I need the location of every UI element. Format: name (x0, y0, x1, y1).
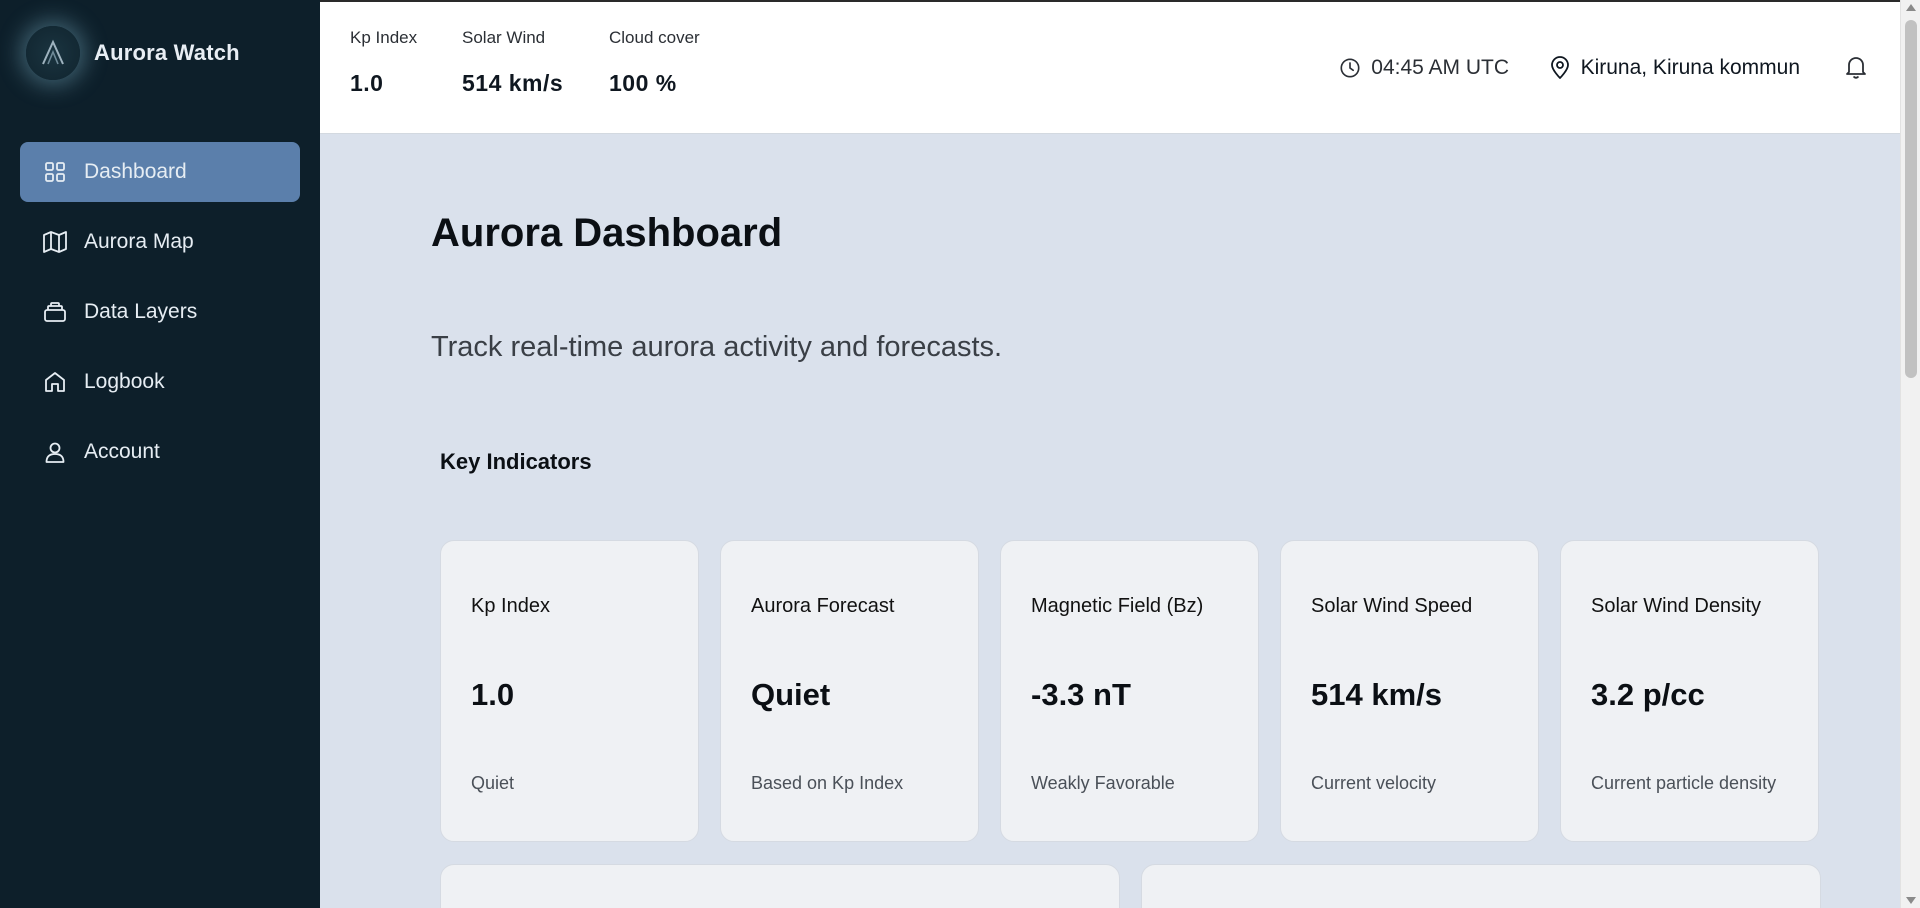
card-title: Kp Index (471, 595, 550, 617)
sidebar-item-label: Aurora Map (84, 230, 194, 253)
sidebar-item-label: Account (84, 440, 160, 463)
stat-label: Kp Index (350, 28, 418, 47)
main-content: Aurora Dashboard Track real-time aurora … (320, 135, 1900, 908)
topbar-stat-kp-index: Kp Index 1.0 (350, 28, 417, 97)
page-title: Aurora Dashboard (431, 211, 783, 255)
bell-icon[interactable] (1844, 54, 1870, 80)
topbar-stat-solar-wind: Solar Wind 514 km/s (462, 28, 563, 97)
grid-icon (42, 159, 68, 185)
layers-icon (42, 299, 68, 325)
card-caption: Current velocity (1311, 773, 1437, 793)
top-bar: Kp Index 1.0 Solar Wind 514 km/s Cloud c… (320, 0, 1900, 134)
card-value: 1.0 (471, 677, 515, 712)
indicator-card-magnetic-field: Magnetic Field (Bz) -3.3 nT Weakly Favor… (1000, 540, 1259, 842)
content-panel-left (440, 864, 1120, 908)
stat-value: 1.0 (350, 70, 384, 96)
card-title: Aurora Forecast (751, 595, 895, 617)
sidebar-item-account[interactable]: Account (20, 422, 300, 482)
sidebar-item-label: Data Layers (84, 300, 198, 323)
indicator-card-solar-wind-speed: Solar Wind Speed 514 km/s Current veloci… (1280, 540, 1539, 842)
location-selector[interactable]: Kiruna, Kiruna kommun (1549, 56, 1800, 80)
aurora-logo-icon (26, 26, 80, 80)
topbar-stat-cloud-cover: Cloud cover 100 % (609, 28, 700, 97)
page-subtitle: Track real-time aurora activity and fore… (431, 331, 1003, 363)
map-icon (42, 229, 68, 255)
indicator-card-aurora-forecast: Aurora Forecast Quiet Based on Kp Index (720, 540, 979, 842)
sidebar: Aurora Watch Dashboard Aurora Map Data L… (0, 0, 320, 908)
stat-label: Solar Wind (462, 28, 546, 47)
sidebar-item-aurora-map[interactable]: Aurora Map (20, 212, 300, 272)
sidebar-item-data-layers[interactable]: Data Layers (20, 282, 300, 342)
card-value: 3.2 p/cc (1591, 677, 1705, 712)
scroll-up-arrow-icon[interactable] (1906, 4, 1916, 11)
location-name: Kiruna, Kiruna kommun (1580, 56, 1800, 79)
map-pin-icon (1549, 56, 1571, 80)
sidebar-nav: Dashboard Aurora Map Data Layers Logbook… (20, 142, 300, 492)
card-value: Quiet (751, 677, 831, 712)
indicator-card-solar-wind-density: Solar Wind Density 3.2 p/cc Current part… (1560, 540, 1819, 842)
utc-clock: 04:45 AM UTC (1339, 56, 1509, 80)
page-scrollbar[interactable] (1900, 0, 1920, 908)
home-icon (42, 369, 68, 395)
sidebar-item-logbook[interactable]: Logbook (20, 352, 300, 412)
stat-value: 100 % (609, 70, 677, 96)
card-caption: Weakly Favorable (1031, 773, 1175, 793)
app-name: Aurora Watch (94, 40, 240, 65)
scroll-down-arrow-icon[interactable] (1906, 897, 1916, 904)
sidebar-item-label: Logbook (84, 370, 165, 393)
sidebar-item-label: Dashboard (84, 160, 187, 183)
user-icon (42, 439, 68, 465)
section-title-key-indicators: Key Indicators (440, 449, 592, 474)
clock-icon (1339, 57, 1361, 79)
brand[interactable]: Aurora Watch (26, 26, 240, 80)
card-title: Solar Wind Density (1591, 595, 1762, 617)
content-panel-right (1141, 864, 1821, 908)
stat-label: Cloud cover (609, 28, 700, 47)
card-caption: Current particle density (1591, 773, 1777, 793)
card-title: Solar Wind Speed (1311, 595, 1473, 617)
card-title: Magnetic Field (Bz) (1031, 595, 1204, 617)
scrollbar-thumb[interactable] (1905, 20, 1917, 378)
card-caption: Quiet (471, 773, 515, 793)
indicator-card-kp-index: Kp Index 1.0 Quiet (440, 540, 699, 842)
sidebar-item-dashboard[interactable]: Dashboard (20, 142, 300, 202)
card-caption: Based on Kp Index (751, 773, 904, 793)
card-value: -3.3 nT (1031, 677, 1131, 712)
clock-time: 04:45 AM UTC (1371, 56, 1509, 79)
card-value: 514 km/s (1311, 677, 1442, 712)
stat-value: 514 km/s (462, 70, 564, 96)
